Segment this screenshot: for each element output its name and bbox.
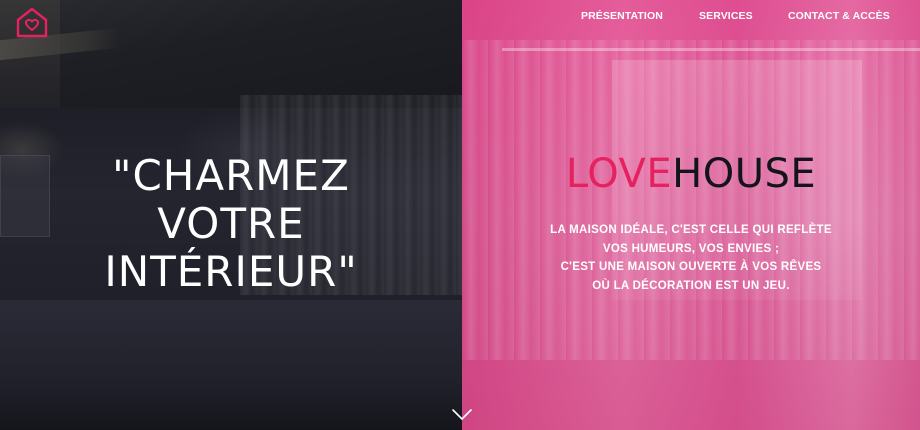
brand-house: HOUSE bbox=[672, 151, 817, 197]
hero-headline: "CHARMEZ VOTRE INTÉRIEUR" bbox=[0, 152, 462, 296]
nav-link-services[interactable]: SERVICES bbox=[699, 10, 753, 22]
tagline-line-1: LA MAISON IDÉALE, C'EST CELLE QUI REFLÈT… bbox=[550, 224, 832, 236]
ceiling-shade bbox=[0, 0, 462, 108]
hero-section: PRÉSENTATION SERVICES CONTACT & ACCÈS "C… bbox=[0, 0, 920, 430]
brand-love: LOVE bbox=[565, 151, 673, 197]
headline-line-2: VOTRE bbox=[157, 199, 305, 248]
headline-line-3: INTÉRIEUR" bbox=[104, 247, 358, 296]
house-heart-icon[interactable] bbox=[14, 6, 50, 38]
brand-wordmark: LOVEHOUSE bbox=[462, 150, 920, 198]
nav-link-presentation[interactable]: PRÉSENTATION bbox=[581, 10, 663, 22]
pink-room-panel bbox=[462, 0, 920, 430]
nav-link-contact[interactable]: CONTACT & ACCÈS bbox=[788, 10, 890, 22]
chevron-down-icon[interactable] bbox=[451, 408, 473, 422]
tagline-line-4: OÙ LA DÉCORATION EST UN JEU. bbox=[592, 279, 790, 292]
headline-line-1: "CHARMEZ bbox=[112, 151, 350, 200]
right-curtains bbox=[462, 40, 920, 360]
hero-tagline: LA MAISON IDÉALE, C'EST CELLE QUI REFLÈT… bbox=[462, 221, 920, 295]
floor-shade bbox=[0, 300, 462, 430]
tagline-line-2: VOS HUMEURS, VOS ENVIES ; bbox=[602, 242, 780, 255]
tagline-line-3: C'EST UNE MAISON OUVERTE À VOS RÊVES bbox=[560, 261, 822, 273]
